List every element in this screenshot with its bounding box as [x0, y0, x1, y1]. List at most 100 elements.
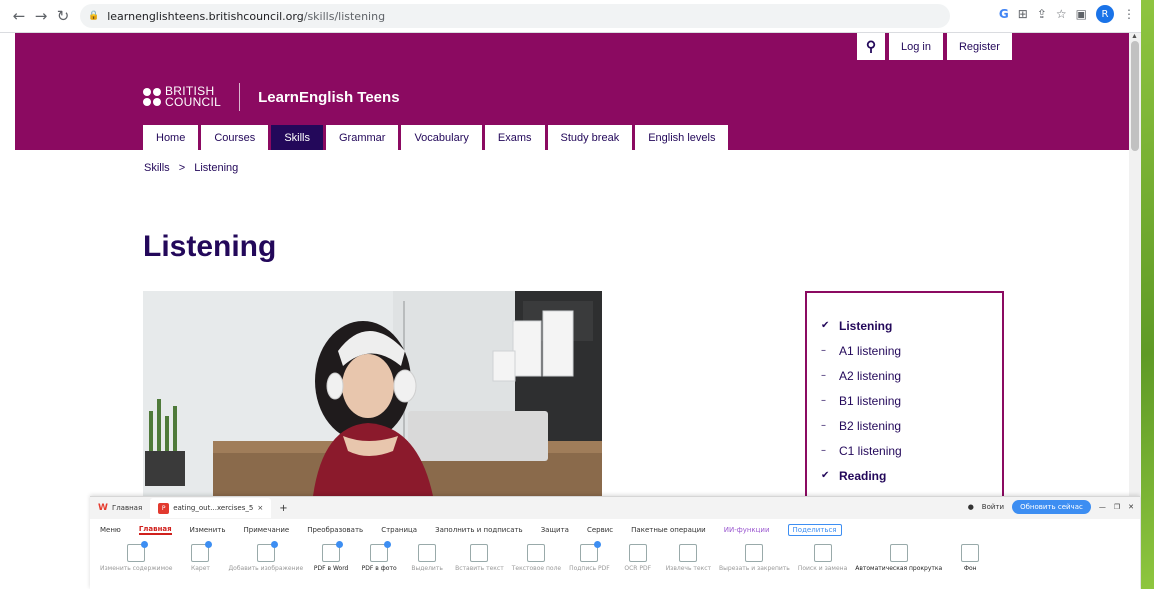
sidebar-item-c1-listening[interactable]: – C1 listening [821, 438, 1002, 463]
forward-icon[interactable]: → [30, 5, 52, 27]
login-link[interactable]: Войти [982, 503, 1004, 511]
sidebar-item-a2-listening[interactable]: – A2 listening [821, 363, 1002, 388]
dash-icon: – [821, 445, 826, 456]
menu-item-protect[interactable]: Защита [541, 526, 569, 534]
update-now-button[interactable]: Обновить сейчас [1012, 500, 1091, 514]
tool-insert-text[interactable]: Вставить текст [455, 544, 504, 572]
new-tab-icon[interactable]: + [279, 503, 287, 514]
menu-item-tools[interactable]: Сервис [587, 526, 613, 534]
share-button[interactable]: Поделиться [787, 523, 842, 536]
tool-find-replace[interactable]: Поиск и замена [798, 544, 847, 572]
tool-label: Карет [191, 565, 210, 572]
nav-tab-home[interactable]: Home [143, 125, 199, 150]
nav-tab-vocabulary[interactable]: Vocabulary [401, 125, 482, 150]
dash-icon: – [821, 420, 826, 431]
tool-label: Автоматическая прокрутка [855, 565, 943, 572]
sidebar-item-reading[interactable]: ✔ Reading [821, 463, 1002, 488]
tool-sign-pdf[interactable]: Подпись PDF [569, 541, 610, 572]
breadcrumb-parent-link[interactable]: Skills [144, 162, 170, 174]
menu-item-ai[interactable]: ИИ-функции [724, 526, 770, 534]
caret-icon [191, 541, 213, 562]
menu-item-batch[interactable]: Пакетные операции [631, 526, 706, 534]
pdf-to-image-icon [370, 541, 392, 562]
wps-home-tab[interactable]: W Главная [90, 503, 150, 513]
url-path: /skills/listening [303, 9, 386, 23]
google-icon[interactable]: G [999, 7, 1009, 21]
scroll-thumb[interactable] [1131, 41, 1139, 151]
check-icon: ✔ [821, 320, 830, 331]
translate-icon[interactable]: ⊞ [1018, 7, 1028, 21]
tool-edit-content[interactable]: Изменить содержимое [100, 541, 172, 572]
main-nav: Home Courses Skills Grammar Vocabulary E… [143, 125, 731, 150]
reload-icon[interactable]: ↻ [52, 5, 74, 27]
restore-icon[interactable]: ❐ [1114, 503, 1120, 511]
desktop-background [1140, 0, 1154, 589]
bookmark-star-icon[interactable]: ☆ [1056, 7, 1067, 21]
tool-background[interactable]: Фон [950, 544, 990, 572]
menu-item-comment[interactable]: Примечание [244, 526, 290, 534]
brand-name: LearnEnglish Teens [258, 88, 400, 106]
tool-ocr-pdf[interactable]: OCR PDF [618, 544, 658, 572]
check-icon: ✔ [821, 470, 830, 481]
logo-divider [239, 83, 241, 111]
menu-item-menu[interactable]: Меню [100, 526, 121, 534]
menu-item-convert[interactable]: Преобразовать [307, 526, 363, 534]
nav-tab-courses[interactable]: Courses [201, 125, 269, 150]
tab-close-icon[interactable]: × [257, 504, 263, 512]
kebab-menu-icon[interactable]: ⋮ [1123, 7, 1135, 21]
tool-caret[interactable]: Карет [180, 541, 220, 572]
tool-pdf-to-image[interactable]: PDF в фото [359, 541, 399, 572]
dash-icon: – [821, 395, 826, 406]
tool-extract-text[interactable]: Извлечь текст [666, 544, 711, 572]
menu-item-edit[interactable]: Изменить [190, 526, 226, 534]
nav-tab-study-break[interactable]: Study break [547, 125, 633, 150]
tool-label: Вырезать и закрепить [719, 565, 790, 572]
hero-photo-illustration [143, 291, 602, 496]
british-council-dots-icon [143, 88, 161, 106]
wps-document-tab[interactable]: Peating_out...xercises_5 × [150, 498, 272, 518]
scroll-up-icon[interactable]: ▲ [1131, 33, 1138, 40]
share-icon[interactable]: ⇪ [1037, 7, 1047, 21]
tool-auto-scroll[interactable]: Автоматическая прокрутка [855, 544, 942, 572]
sidebar-item-a1-listening[interactable]: – A1 listening [821, 338, 1002, 363]
close-icon[interactable]: ✕ [1128, 503, 1134, 511]
menu-item-page[interactable]: Страница [381, 526, 417, 534]
sidebar-item-b1-listening[interactable]: – B1 listening [821, 388, 1002, 413]
auto-scroll-icon [889, 544, 908, 562]
tool-label: Вставить текст [455, 565, 504, 572]
nav-tab-english-levels[interactable]: English levels [635, 125, 729, 150]
tool-pdf-to-word[interactable]: PDF в Word [311, 541, 351, 572]
tool-label: PDF в Word [313, 565, 349, 572]
tool-label: OCR PDF [624, 565, 652, 572]
tool-cut-pin[interactable]: Вырезать и закрепить [719, 544, 790, 572]
edit-content-icon [127, 541, 149, 562]
sidebar-item-b2-listening[interactable]: – B2 listening [821, 413, 1002, 438]
site-logo[interactable]: BRITISH COUNCIL LearnEnglish Teens [143, 83, 400, 111]
breadcrumb: Skills > Listening [144, 162, 238, 174]
text-box-icon [527, 544, 546, 562]
tool-highlight[interactable]: Выделить [407, 544, 447, 572]
url-host: learnenglishteens.britishcouncil.org [107, 9, 304, 23]
tool-text-box[interactable]: Текстовое поле [512, 544, 561, 572]
back-icon[interactable]: ← [8, 5, 30, 27]
sidebar-item-listening[interactable]: ✔ Listening [821, 313, 1002, 338]
sidebar-item-label: Listening [839, 318, 893, 333]
account-links: ⚲ Log in Register [857, 33, 1012, 60]
dash-icon: – [821, 370, 826, 381]
nav-tab-exams[interactable]: Exams [484, 125, 545, 150]
url-field[interactable]: 🔒 learnenglishteens.britishcouncil.org/s… [80, 4, 950, 28]
nav-tab-grammar[interactable]: Grammar [325, 125, 399, 150]
register-link[interactable]: Register [946, 33, 1012, 60]
nav-tab-skills[interactable]: Skills [271, 125, 323, 150]
minimize-icon[interactable]: — [1099, 503, 1106, 511]
tool-add-image[interactable]: Добавить изображение [228, 541, 303, 572]
sidepanel-icon[interactable]: ▣ [1076, 7, 1087, 21]
search-icon[interactable]: ⚲ [857, 33, 885, 60]
sidebar-item-label: A1 listening [839, 343, 902, 358]
login-link[interactable]: Log in [889, 33, 943, 60]
menu-item-home[interactable]: Главная [138, 525, 172, 535]
logo-line-2: COUNCIL [165, 95, 222, 109]
wps-tab-bar: W Главная Peating_out...xercises_5 × + ● В… [90, 497, 1140, 519]
profile-avatar[interactable]: R [1096, 5, 1114, 23]
menu-item-fill-sign[interactable]: Заполнить и подписать [435, 526, 523, 534]
